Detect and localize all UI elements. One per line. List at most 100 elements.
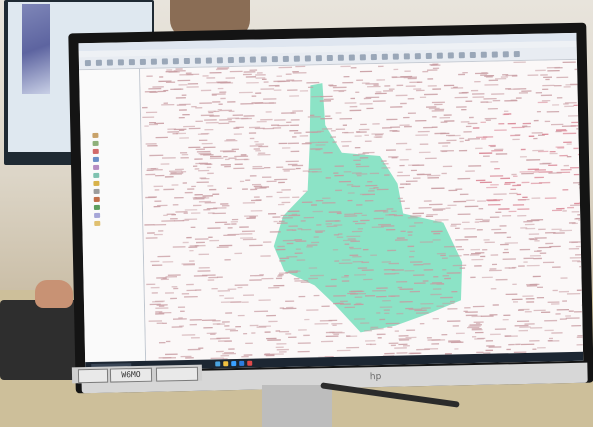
toolbar-button[interactable] xyxy=(502,51,509,58)
toolbar-button[interactable] xyxy=(106,59,113,66)
toolbar-button[interactable] xyxy=(95,59,102,66)
layer-swatch[interactable] xyxy=(94,212,101,218)
toolbar-button[interactable] xyxy=(205,57,212,64)
map-label-mark xyxy=(204,119,217,121)
toolbar-button[interactable] xyxy=(128,59,135,66)
toolbar-button[interactable] xyxy=(469,51,476,59)
toolbar-button[interactable] xyxy=(381,53,388,60)
taskbar-app-icon[interactable] xyxy=(215,361,221,367)
map-label-mark xyxy=(241,355,249,358)
map-label-mark xyxy=(144,224,155,226)
toolbar-button[interactable] xyxy=(139,58,146,65)
toolbar-button[interactable] xyxy=(513,51,520,58)
toolbar-button[interactable] xyxy=(392,53,399,60)
map-label-mark xyxy=(518,92,528,94)
toolbar-button[interactable] xyxy=(315,55,322,62)
layer-swatch[interactable] xyxy=(93,196,100,202)
map-label-mark xyxy=(548,340,560,342)
layer-swatch[interactable] xyxy=(92,156,99,162)
map-label-mark xyxy=(168,71,180,73)
map-label-mark xyxy=(542,84,555,87)
toolbar-button[interactable] xyxy=(84,59,91,67)
taskbar-app-icon[interactable] xyxy=(247,360,253,366)
map-label-mark xyxy=(164,176,174,178)
toolbar-button[interactable] xyxy=(150,58,157,65)
layer-swatch[interactable] xyxy=(94,220,101,226)
map-label-mark xyxy=(410,76,417,78)
map-label-mark xyxy=(551,332,563,334)
toolbar-button[interactable] xyxy=(403,53,410,60)
toolbar-button[interactable] xyxy=(458,52,465,59)
map-label-mark xyxy=(325,223,333,225)
toolbar-button[interactable] xyxy=(425,52,432,59)
toolbar-button[interactable] xyxy=(480,51,487,58)
map-label-mark xyxy=(332,86,347,89)
map-label-mark xyxy=(286,256,298,258)
toolbar-button[interactable] xyxy=(183,57,190,65)
map-label-mark xyxy=(349,246,354,249)
layer-swatch[interactable] xyxy=(93,204,100,210)
map-label-mark xyxy=(577,260,584,263)
toolbar-button[interactable] xyxy=(117,59,124,66)
map-label-mark xyxy=(313,294,320,297)
map-label-mark xyxy=(301,228,312,231)
toolbar-button[interactable] xyxy=(293,55,300,62)
toolbar-button[interactable] xyxy=(260,56,267,63)
toolbar-button[interactable] xyxy=(326,54,333,62)
map-label-mark xyxy=(454,227,460,230)
layer-swatch[interactable] xyxy=(93,164,100,170)
map-label-mark xyxy=(197,270,211,272)
map-label-mark xyxy=(356,165,370,168)
map-label-mark xyxy=(530,327,543,329)
toolbar-button[interactable] xyxy=(282,55,289,62)
map-label-mark xyxy=(545,242,554,245)
map-label-mark xyxy=(224,259,231,261)
taskbar-app-icon[interactable] xyxy=(231,361,237,367)
map-label-mark xyxy=(448,255,462,257)
toolbar-button[interactable] xyxy=(491,51,498,58)
map-label-mark xyxy=(404,70,411,72)
map-label-mark xyxy=(436,283,445,285)
toolbar-button[interactable] xyxy=(249,56,256,63)
layer-swatch[interactable] xyxy=(92,132,99,138)
layer-swatch[interactable] xyxy=(93,188,100,194)
toolbar-button[interactable] xyxy=(172,58,179,65)
toolbar-button[interactable] xyxy=(161,58,168,65)
map-label-mark xyxy=(420,302,434,305)
map-label-mark xyxy=(321,128,333,130)
toolbar-button[interactable] xyxy=(414,53,421,60)
toolbar-button[interactable] xyxy=(337,54,344,61)
map-label-mark xyxy=(378,65,384,68)
map-label-mark xyxy=(224,297,234,299)
map-label-mark xyxy=(562,189,569,191)
layer-swatch[interactable] xyxy=(93,180,100,186)
toolbar-button[interactable] xyxy=(359,54,366,61)
map-label-mark xyxy=(384,352,395,355)
taskbar-app-icon[interactable] xyxy=(223,361,229,367)
map-label-mark xyxy=(427,85,437,87)
toolbar-button[interactable] xyxy=(271,56,278,63)
map-label-mark xyxy=(414,222,423,224)
map-label-mark xyxy=(303,334,310,337)
toolbar-button[interactable] xyxy=(194,57,201,64)
layer-swatch[interactable] xyxy=(93,172,100,178)
map-label-mark xyxy=(228,157,237,159)
toolbar-button[interactable] xyxy=(227,57,234,64)
toolbar-button[interactable] xyxy=(447,52,454,59)
map-label-mark xyxy=(239,180,245,183)
toolbar-button[interactable] xyxy=(370,54,377,61)
toolbar-button[interactable] xyxy=(348,54,355,61)
toolbar-button[interactable] xyxy=(238,56,245,63)
map-label-mark xyxy=(508,210,517,213)
layer-swatch[interactable] xyxy=(92,140,99,146)
taskbar-app-icon[interactable] xyxy=(239,360,245,366)
toolbar-button[interactable] xyxy=(436,52,443,59)
toolbar-button[interactable] xyxy=(304,55,311,62)
toolbar-button[interactable] xyxy=(216,57,223,64)
map-canvas[interactable] xyxy=(140,59,584,361)
map-label-mark xyxy=(416,173,425,175)
map-label-mark xyxy=(204,128,214,131)
map-label-mark xyxy=(189,323,197,326)
map-label-mark xyxy=(208,276,218,279)
layer-swatch[interactable] xyxy=(92,148,99,154)
